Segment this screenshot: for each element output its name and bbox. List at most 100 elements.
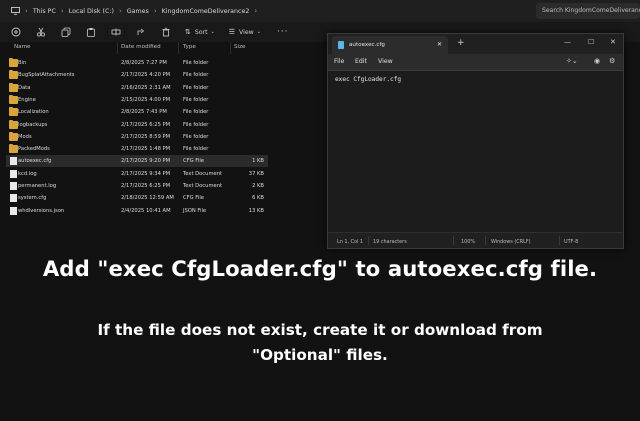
share-icon[interactable]: [135, 27, 146, 38]
sort-button[interactable]: ⇅ Sort ⌄: [185, 28, 215, 36]
file-date: 2/17/2025 4:20 PM: [121, 72, 171, 79]
file-name: system.cfg: [18, 195, 47, 202]
file-name: kcd.log: [18, 170, 37, 177]
table-row[interactable]: BugSplatAttachments 2/17/2025 4:20 PM File…: [6, 69, 268, 81]
file-name: logbackups: [18, 121, 48, 128]
chevron-right-icon: ›: [60, 7, 64, 15]
file-icon: [10, 157, 17, 166]
file-icon: [10, 194, 17, 203]
table-row[interactable]: logbackups 2/17/2025 6:25 PM File folder: [6, 119, 268, 131]
notepad-tab[interactable]: autoexec.cfg ✕: [332, 36, 448, 54]
file-date: 2/4/2025 10:41 AM: [121, 207, 171, 214]
menu-file[interactable]: File: [334, 58, 344, 65]
column-name[interactable]: Name: [14, 44, 31, 50]
notepad-titlebar[interactable]: autoexec.cfg ✕ + — ☐ ✕: [328, 34, 623, 54]
table-row[interactable]: Data 2/16/2025 2:31 AM File folder: [6, 82, 268, 94]
encoding[interactable]: UTF-8: [564, 239, 578, 245]
zoom-level[interactable]: 100%: [461, 239, 475, 245]
text-editor[interactable]: exec CfgLoader.cfg: [328, 71, 623, 232]
file-type: CFG File: [183, 158, 204, 165]
file-type: File folder: [183, 109, 209, 116]
file-name: Bin: [18, 60, 27, 66]
folder-icon: [9, 107, 18, 117]
file-type: Text Document: [183, 183, 223, 189]
menu-view[interactable]: View: [378, 58, 393, 65]
file-icon: [10, 182, 17, 190]
status-divider: [485, 236, 486, 245]
file-type: File folder: [183, 72, 209, 79]
file-icon: [10, 169, 17, 178]
instruction-line-2: "Optional" files.: [252, 346, 388, 364]
file-type: Text Document: [183, 170, 223, 177]
table-row[interactable]: PackedMods 2/17/2025 1:48 PM File folder: [6, 143, 268, 155]
editor-content[interactable]: exec CfgLoader.cfg: [335, 76, 401, 83]
file-date: 2/18/2025 12:59 AM: [121, 195, 174, 202]
folder-icon: [9, 119, 18, 129]
table-row[interactable]: permanent.log 2/17/2025 6:25 PM Text Docum…: [6, 180, 268, 192]
gear-icon[interactable]: ⚙: [609, 57, 615, 65]
chevron-down-icon: ⌄: [256, 29, 261, 35]
file-date: 2/17/2025 6:25 PM: [121, 121, 171, 128]
file-name: BugSplatAttachments: [18, 72, 75, 79]
file-type: File folder: [183, 96, 209, 103]
table-row[interactable]: kcd.log 2/17/2025 9:34 PM Text Document 37 …: [6, 168, 268, 180]
rename-icon[interactable]: [110, 27, 121, 38]
column-size[interactable]: Size: [234, 44, 245, 50]
account-icon[interactable]: ◉: [594, 57, 600, 65]
cut-icon[interactable]: [35, 27, 46, 38]
chevron-right-icon: ›: [25, 7, 28, 15]
monitor-icon[interactable]: [11, 7, 20, 16]
table-row[interactable]: system.cfg 2/18/2025 12:59 AM CFG File 6 KB: [6, 192, 268, 204]
file-type: File folder: [183, 133, 209, 140]
breadcrumb-games[interactable]: Games: [127, 8, 149, 15]
tab-title: autoexec.cfg: [349, 42, 385, 48]
view-button[interactable]: ☰ View ⌄: [229, 28, 261, 36]
copy-icon[interactable]: [60, 27, 71, 38]
column-type[interactable]: Type: [183, 44, 196, 50]
status-divider: [368, 236, 369, 245]
menu-edit[interactable]: Edit: [355, 58, 367, 65]
new-tab-icon[interactable]: +: [457, 39, 465, 48]
chevron-right-icon: ›: [153, 7, 157, 15]
status-bar: Ln 1, Col 1 19 characters 100% Windows (…: [328, 232, 623, 248]
minimize-icon[interactable]: —: [564, 38, 571, 46]
folder-icon: [9, 131, 18, 141]
file-name: Data: [18, 84, 31, 91]
file-date: 2/16/2025 2:31 AM: [121, 84, 171, 91]
delete-icon[interactable]: [160, 27, 171, 38]
column-divider: [178, 42, 179, 54]
file-name: autoexec.cfg: [18, 158, 52, 165]
file-name: Engine: [18, 96, 36, 103]
column-divider: [117, 42, 118, 54]
table-row[interactable]: Localization 2/8/2025 7:43 PM File folder: [6, 106, 268, 118]
view-label: View: [239, 28, 254, 36]
breadcrumb-kcd2[interactable]: KingdomComeDeliverance2: [162, 8, 250, 15]
close-tab-icon[interactable]: ✕: [437, 41, 442, 48]
file-date: 2/17/2025 9:20 PM: [121, 158, 171, 165]
breadcrumb-this-pc[interactable]: This PC: [33, 8, 56, 15]
file-date: 2/17/2025 6:25 PM: [121, 183, 171, 189]
paste-icon[interactable]: [85, 27, 96, 38]
line-ending[interactable]: Windows (CRLF): [491, 239, 531, 245]
column-date[interactable]: Date modified: [121, 44, 161, 50]
file-date: 2/17/2025 9:34 PM: [121, 170, 171, 177]
new-icon[interactable]: [10, 27, 21, 38]
breadcrumb-local-disk[interactable]: Local Disk (C:): [69, 8, 114, 15]
table-row[interactable]: Bin 2/8/2025 7:27 PM File folder: [6, 57, 268, 69]
maximize-icon[interactable]: ☐: [588, 38, 594, 46]
table-row[interactable]: Engine 2/15/2025 4:00 PM File folder: [6, 94, 268, 106]
status-divider: [559, 236, 560, 245]
copilot-icon[interactable]: ✧⌄: [566, 57, 578, 65]
table-row[interactable]: Mods 2/17/2025 8:59 PM File folder: [6, 131, 268, 143]
more-options-button[interactable]: ···: [277, 27, 289, 37]
column-divider: [230, 42, 231, 54]
file-size: 6 KB: [252, 195, 264, 202]
status-divider: [453, 236, 454, 245]
chevron-right-icon: ›: [254, 7, 258, 15]
search-input[interactable]: Search KingdomComeDeliverance2: [536, 3, 640, 19]
instruction-line-1: If the file does not exist, create it or…: [97, 321, 543, 339]
view-icon: ☰: [228, 28, 236, 36]
table-row[interactable]: autoexec.cfg 2/17/2025 9:20 PM CFG File 1 K…: [6, 155, 268, 168]
table-row[interactable]: whdlversions.json 2/4/2025 10:41 AM JSON F…: [6, 205, 268, 217]
close-icon[interactable]: ✕: [610, 38, 616, 46]
